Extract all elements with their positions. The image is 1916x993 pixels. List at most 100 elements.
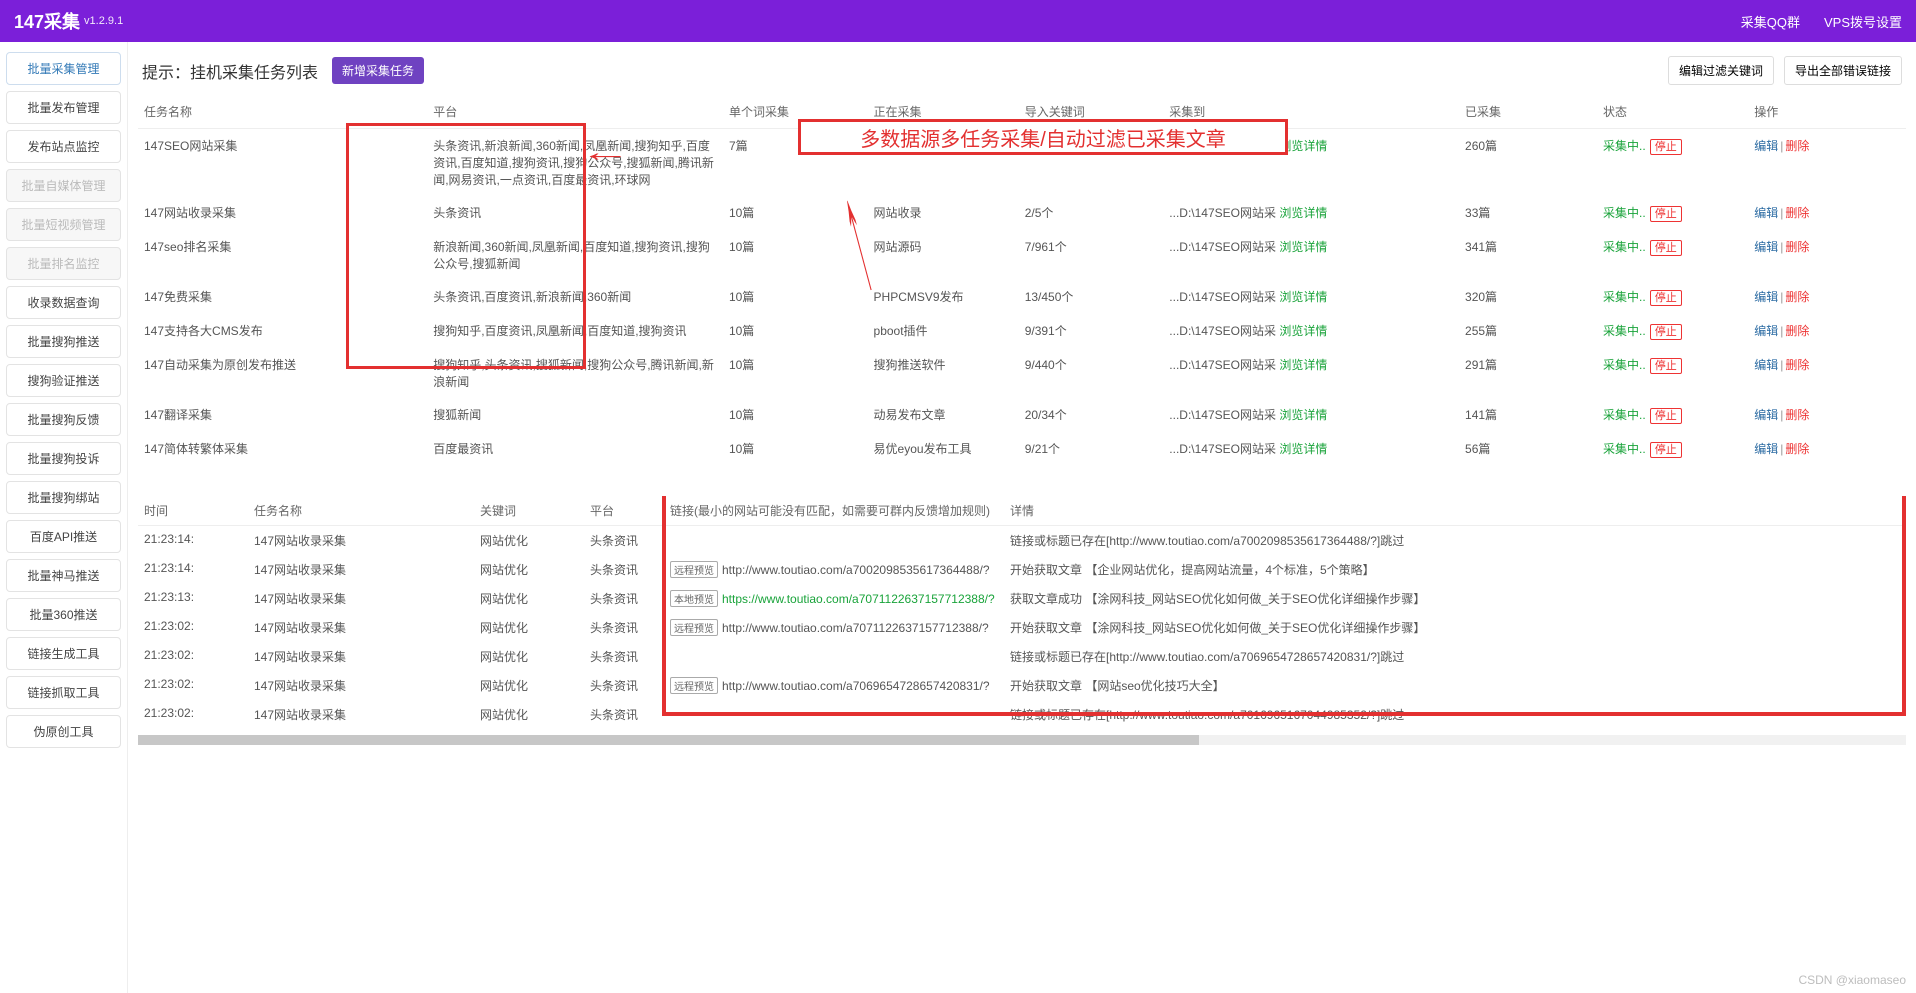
horizontal-scrollbar[interactable] [138,735,1906,745]
cell-count: 320篇 [1459,280,1597,314]
cell-count: 341篇 [1459,230,1597,280]
logs-panel: 时间 任务名称 关键词 平台 链接(最小的网站可能没有匹配，如需要可群内反馈增加… [138,496,1906,993]
export-errors-button[interactable]: 导出全部错误链接 [1784,56,1902,85]
browse-link[interactable]: 浏览详情 [1279,139,1327,153]
edit-link[interactable]: 编辑 [1754,290,1778,304]
stop-button[interactable]: 停止 [1650,139,1682,155]
edit-link[interactable]: 编辑 [1754,139,1778,153]
log-plat: 头条资讯 [584,584,664,613]
cell-name: 147简体转繁体采集 [138,432,427,466]
log-plat: 头条资讯 [584,555,664,584]
log-row: 21:23:02:147网站收录采集网站优化头条资讯链接或标题已存在[http:… [138,700,1906,729]
browse-link[interactable]: 浏览详情 [1279,206,1327,220]
cell-to: ...D:\147SEO网站采 浏览详情 [1163,314,1459,348]
delete-link[interactable]: 删除 [1785,324,1809,338]
log-row: 21:23:02:147网站收录采集网站优化头条资讯远程预览http://www… [138,613,1906,642]
browse-link[interactable]: 浏览详情 [1279,324,1327,338]
sidebar-item-8[interactable]: 搜狗验证推送 [6,364,121,397]
delete-link[interactable]: 删除 [1785,358,1809,372]
sidebar-item-11[interactable]: 批量搜狗绑站 [6,481,121,514]
cell-to: ...D:\147SEO网站采 浏览详情 [1163,348,1459,398]
delete-link[interactable]: 删除 [1785,139,1809,153]
cell-op: 编辑|删除 [1748,314,1906,348]
cell-op: 编辑|删除 [1748,398,1906,432]
tasks-panel: 任务名称 平台 单个词采集 正在采集 导入关键词 采集到 已采集 状态 操作 1… [138,95,1906,466]
table-row: 147免费采集头条资讯,百度资讯,新浪新闻,360新闻10篇PHPCMSV9发布… [138,280,1906,314]
stop-button[interactable]: 停止 [1650,408,1682,424]
sidebar-item-2[interactable]: 发布站点监控 [6,130,121,163]
log-kw: 网站优化 [474,613,584,642]
scrollbar-thumb[interactable] [138,735,1199,745]
delete-link[interactable]: 删除 [1785,290,1809,304]
lcol-plat: 平台 [584,496,664,526]
sidebar-item-5: 批量排名监控 [6,247,121,280]
delete-link[interactable]: 删除 [1785,240,1809,254]
cell-status: 采集中.. 停止 [1597,348,1748,398]
cell-single: 10篇 [723,398,868,432]
panel-header: 提示：挂机采集任务列表 新增采集任务 编辑过滤关键词 导出全部错误链接 [138,50,1906,95]
delete-link[interactable]: 删除 [1785,442,1809,456]
sidebar-item-14[interactable]: 批量360推送 [6,598,121,631]
log-time: 21:23:02: [138,613,248,642]
stop-button[interactable]: 停止 [1650,240,1682,256]
log-url[interactable]: http://www.toutiao.com/a7071122637157712… [722,621,989,635]
stop-button[interactable]: 停止 [1650,358,1682,374]
sidebar-item-17[interactable]: 伪原创工具 [6,715,121,748]
delete-link[interactable]: 删除 [1785,206,1809,220]
new-task-button[interactable]: 新增采集任务 [332,57,424,84]
col-kw: 导入关键词 [1019,95,1164,129]
sidebar-item-0[interactable]: 批量采集管理 [6,52,121,85]
stop-button[interactable]: 停止 [1650,324,1682,340]
edit-link[interactable]: 编辑 [1754,240,1778,254]
cell-status: 采集中..停止 [1597,280,1748,314]
log-url[interactable]: http://www.toutiao.com/a7069654728657420… [722,679,990,693]
status-text: 采集中.. [1603,358,1646,372]
table-row: 147SEO网站采集头条资讯,新浪新闻,360新闻,凤凰新闻,搜狗知乎,百度资讯… [138,129,1906,197]
sidebar-item-15[interactable]: 链接生成工具 [6,637,121,670]
cell-single: 10篇 [723,348,868,398]
browse-link[interactable]: 浏览详情 [1279,290,1327,304]
log-plat: 头条资讯 [584,700,664,729]
stop-button[interactable]: 停止 [1650,206,1682,222]
log-row: 21:23:14:147网站收录采集网站优化头条资讯远程预览http://www… [138,555,1906,584]
edit-link[interactable]: 编辑 [1754,442,1778,456]
log-link: 远程预览http://www.toutiao.com/a700209853561… [664,555,1004,584]
sidebar-item-10[interactable]: 批量搜狗投诉 [6,442,121,475]
edit-link[interactable]: 编辑 [1754,408,1778,422]
cell-to: ...D:\147SEO网站采 浏览详情 [1163,196,1459,230]
browse-link[interactable]: 浏览详情 [1279,408,1327,422]
sidebar-item-9[interactable]: 批量搜狗反馈 [6,403,121,436]
edit-link[interactable]: 编辑 [1754,358,1778,372]
log-task: 147网站收录采集 [248,700,474,729]
sidebar-item-1[interactable]: 批量发布管理 [6,91,121,124]
log-kw: 网站优化 [474,671,584,700]
log-url[interactable]: https://www.toutiao.com/a707112263715771… [722,592,995,606]
cell-kw: 13/450个 [1019,280,1164,314]
stop-button[interactable]: 停止 [1650,442,1682,458]
cell-platform: 搜狗知乎,头条资讯,搜狐新闻,搜狗公众号,腾讯新闻,新浪新闻 [427,348,723,398]
cell-kw: 9/21个 [1019,432,1164,466]
delete-link[interactable]: 删除 [1785,408,1809,422]
stop-button[interactable]: 停止 [1650,290,1682,306]
sidebar-item-6[interactable]: 收录数据查询 [6,286,121,319]
log-time: 21:23:13: [138,584,248,613]
log-plat: 头条资讯 [584,671,664,700]
edit-link[interactable]: 编辑 [1754,324,1778,338]
sidebar-item-7[interactable]: 批量搜狗推送 [6,325,121,358]
remote-badge: 远程预览 [670,619,718,636]
cell-status: 采集中..停止 [1597,432,1748,466]
browse-link[interactable]: 浏览详情 [1279,442,1327,456]
browse-link[interactable]: 浏览详情 [1279,358,1327,372]
qq-group-link[interactable]: 采集QQ群 [1741,12,1800,31]
log-url[interactable]: http://www.toutiao.com/a7002098535617364… [722,563,990,577]
edit-link[interactable]: 编辑 [1754,206,1778,220]
vps-settings-link[interactable]: VPS拨号设置 [1824,12,1902,31]
sidebar-item-16[interactable]: 链接抓取工具 [6,676,121,709]
sidebar-item-12[interactable]: 百度API推送 [6,520,121,553]
edit-filter-button[interactable]: 编辑过滤关键词 [1668,56,1774,85]
browse-link[interactable]: 浏览详情 [1279,240,1327,254]
log-link: 远程预览 http://www.toutiao.com/a707112263715… [664,613,1004,642]
sidebar-item-13[interactable]: 批量神马推送 [6,559,121,592]
cell-count: 56篇 [1459,432,1597,466]
status-text: 采集中.. [1603,324,1646,338]
